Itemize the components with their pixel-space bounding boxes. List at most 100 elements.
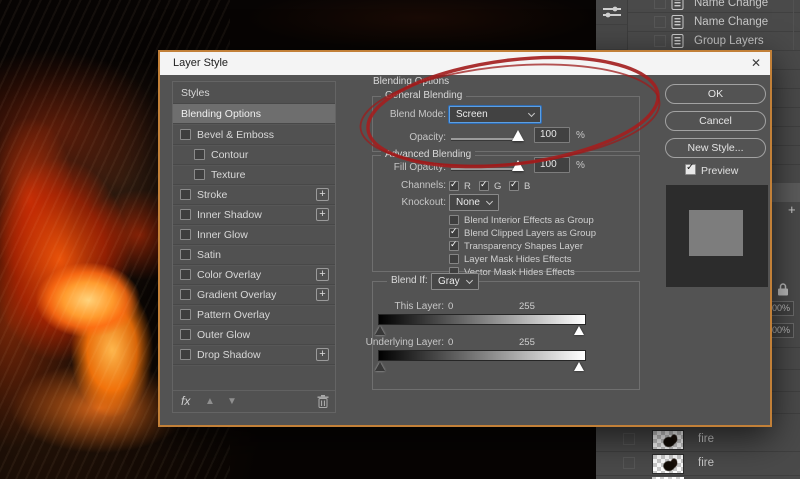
plus-icon[interactable]: + <box>788 202 796 217</box>
this-layer-shadow-slider[interactable] <box>375 326 385 335</box>
knockout-value: None <box>456 197 480 208</box>
history-item[interactable]: Group Layers <box>628 32 800 51</box>
blend-interior-checkbox[interactable] <box>449 215 459 225</box>
fill-fragment-text: 00% <box>772 325 790 335</box>
add-instance-button[interactable]: + <box>316 208 329 221</box>
add-instance-button[interactable]: + <box>316 268 329 281</box>
layer-thumbnail[interactable] <box>652 454 684 474</box>
style-checkbox[interactable] <box>180 289 191 300</box>
sidebar-item-inner-glow[interactable]: Inner Glow <box>173 225 335 245</box>
fill-opacity-value-field[interactable]: 100 <box>534 157 570 173</box>
add-instance-button[interactable]: + <box>316 188 329 201</box>
style-checkbox[interactable] <box>180 129 191 140</box>
adjustments-panel-icon[interactable] <box>596 0 627 25</box>
layers-fill-field-fragment[interactable]: 00% <box>770 323 794 338</box>
check-icon: ✓ <box>480 179 488 190</box>
layer-visibility-checkbox[interactable] <box>623 457 635 469</box>
sliders-icon <box>603 6 621 18</box>
fx-icon[interactable]: fx <box>181 394 190 408</box>
lock-icon[interactable] <box>777 283 789 301</box>
sidebar-item-bevel-emboss[interactable]: Bevel & Emboss <box>173 125 335 145</box>
delete-effect-icon[interactable] <box>317 395 329 413</box>
sidebar-item-drop-shadow[interactable]: Drop Shadow + <box>173 345 335 365</box>
add-instance-button[interactable]: + <box>316 348 329 361</box>
collapsed-panel-cell[interactable] <box>596 25 627 50</box>
style-checkbox[interactable] <box>180 329 191 340</box>
blend-if-group: Blend If: Gray This Layer: 0 255 Underly… <box>372 281 640 390</box>
channel-b-checkbox[interactable]: ✓ <box>509 181 519 191</box>
check-icon: ✓ <box>450 239 458 250</box>
panel-title: Blending Options <box>373 76 449 87</box>
dialog-title: Layer Style <box>173 57 228 69</box>
style-checkbox[interactable] <box>180 209 191 220</box>
history-source-checkbox[interactable] <box>654 16 666 28</box>
knockout-dropdown[interactable]: None <box>449 194 499 211</box>
style-checkbox[interactable] <box>180 309 191 320</box>
new-style-button[interactable]: New Style... <box>665 138 766 158</box>
dialog-titlebar[interactable]: Layer Style ✕ <box>160 52 770 75</box>
blend-mode-label: Blend Mode: <box>373 109 446 120</box>
this-layer-highlight-slider[interactable] <box>574 326 584 335</box>
style-checkbox[interactable] <box>194 169 205 180</box>
fill-opacity-slider-thumb[interactable] <box>512 160 524 171</box>
layers-opacity-field-fragment[interactable]: 00% <box>770 301 794 316</box>
style-checkbox[interactable] <box>180 249 191 260</box>
opacity-slider-track[interactable] <box>451 138 521 140</box>
channel-r-checkbox[interactable]: ✓ <box>449 181 459 191</box>
sidebar-item-gradient-overlay[interactable]: Gradient Overlay + <box>173 285 335 305</box>
ok-button[interactable]: OK <box>665 84 766 104</box>
style-checkbox[interactable] <box>180 349 191 360</box>
opacity-value-field[interactable]: 100 <box>534 127 570 143</box>
channel-g-checkbox[interactable]: ✓ <box>479 181 489 191</box>
history-item-label: Name Change <box>694 0 768 9</box>
style-checkbox[interactable] <box>180 229 191 240</box>
sidebar-item-color-overlay[interactable]: Color Overlay + <box>173 265 335 285</box>
add-instance-button[interactable]: + <box>316 288 329 301</box>
opacity-slider-thumb[interactable] <box>512 130 524 141</box>
transparency-shapes-label: Transparency Shapes Layer <box>464 241 583 252</box>
transparency-shapes-checkbox[interactable]: ✓ <box>449 241 459 251</box>
sidebar-item-pattern-overlay[interactable]: Pattern Overlay <box>173 305 335 325</box>
sidebar-item-inner-shadow[interactable]: Inner Shadow + <box>173 205 335 225</box>
underlying-layer-shadow-slider[interactable] <box>375 362 385 371</box>
move-down-icon[interactable]: ▼ <box>227 396 237 407</box>
cancel-button[interactable]: Cancel <box>665 111 766 131</box>
sidebar-item-stroke[interactable]: Stroke + <box>173 185 335 205</box>
chevron-down-icon <box>528 110 535 117</box>
blend-clipped-checkbox[interactable]: ✓ <box>449 228 459 238</box>
layer-row[interactable]: fire <box>596 428 800 452</box>
blend-mode-dropdown[interactable]: Screen <box>449 106 541 123</box>
blend-interior-label: Blend Interior Effects as Group <box>464 215 594 226</box>
sidebar-item-outer-glow[interactable]: Outer Glow <box>173 325 335 345</box>
layer-mask-hides-checkbox[interactable] <box>449 254 459 264</box>
history-item[interactable]: Name Change <box>628 0 800 13</box>
style-checkbox[interactable] <box>180 189 191 200</box>
sidebar-item-contour[interactable]: Contour <box>173 145 335 165</box>
blend-if-dropdown[interactable]: Gray <box>431 273 479 290</box>
history-source-checkbox[interactable] <box>654 0 666 9</box>
layer-row[interactable]: fire <box>596 452 800 476</box>
style-checkbox[interactable] <box>180 269 191 280</box>
move-up-icon[interactable]: ▲ <box>205 396 215 407</box>
fill-opacity-slider-track[interactable] <box>451 168 521 170</box>
sidebar-item-blending-options[interactable]: Blending Options <box>173 104 335 124</box>
underlying-layer-highlight-slider[interactable] <box>574 362 584 371</box>
sidebar-item-satin[interactable]: Satin <box>173 245 335 265</box>
photoshop-workspace: Name Change Name Change Group Layers <box>0 0 800 479</box>
history-source-checkbox[interactable] <box>654 35 666 47</box>
history-item[interactable]: Name Change <box>628 13 800 32</box>
blend-if-label: Blend If: <box>387 275 432 286</box>
close-icon[interactable]: ✕ <box>751 56 761 70</box>
this-layer-gradient-bar[interactable] <box>378 314 586 325</box>
underlying-layer-max: 255 <box>519 337 535 348</box>
sidebar-item-texture[interactable]: Texture <box>173 165 335 185</box>
this-layer-label: This Layer: <box>373 301 444 312</box>
underlying-layer-gradient-bar[interactable] <box>378 350 586 361</box>
preview-checkbox[interactable]: ✓ <box>685 164 696 175</box>
fill-opacity-unit: % <box>576 160 585 171</box>
group-legend: Advanced Blending <box>381 149 475 160</box>
layer-visibility-checkbox[interactable] <box>623 433 635 445</box>
layer-thumbnail[interactable] <box>652 430 684 450</box>
style-checkbox[interactable] <box>194 149 205 160</box>
this-layer-max: 255 <box>519 301 535 312</box>
